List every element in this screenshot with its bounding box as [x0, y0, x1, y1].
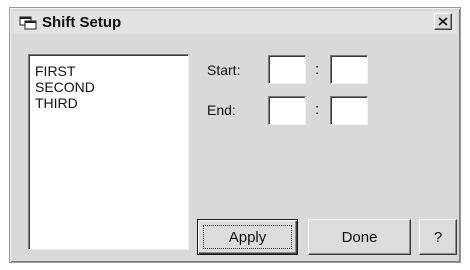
help-button-label: ? [433, 228, 443, 246]
end-label: End: [207, 102, 236, 118]
title-bar[interactable]: Shift Setup [13, 11, 457, 34]
app-window-icon [19, 16, 37, 30]
apply-focus-ring [203, 225, 292, 249]
start-separator: : [315, 61, 320, 78]
list-item-first[interactable]: FIRST [35, 63, 188, 79]
start-label: Start: [207, 62, 241, 78]
window-title: Shift Setup [42, 14, 122, 31]
close-button[interactable] [434, 13, 452, 30]
start-minute-field[interactable] [330, 55, 368, 84]
shift-list[interactable]: FIRST SECOND THIRD [28, 54, 189, 250]
end-hour-field[interactable] [268, 96, 306, 125]
help-button[interactable]: ? [419, 219, 457, 255]
done-button-label: Done [341, 228, 378, 246]
start-hour-field[interactable] [268, 55, 306, 84]
shift-setup-dialog: Shift Setup FIRST SECOND THIRD Start: : … [9, 7, 461, 263]
close-icon [438, 17, 448, 26]
list-item-third[interactable]: THIRD [35, 95, 188, 111]
end-separator: : [315, 101, 320, 118]
end-minute-field[interactable] [330, 96, 368, 125]
apply-button[interactable]: Apply [197, 219, 298, 255]
list-item-second[interactable]: SECOND [35, 79, 188, 95]
done-button[interactable]: Done [308, 219, 411, 255]
